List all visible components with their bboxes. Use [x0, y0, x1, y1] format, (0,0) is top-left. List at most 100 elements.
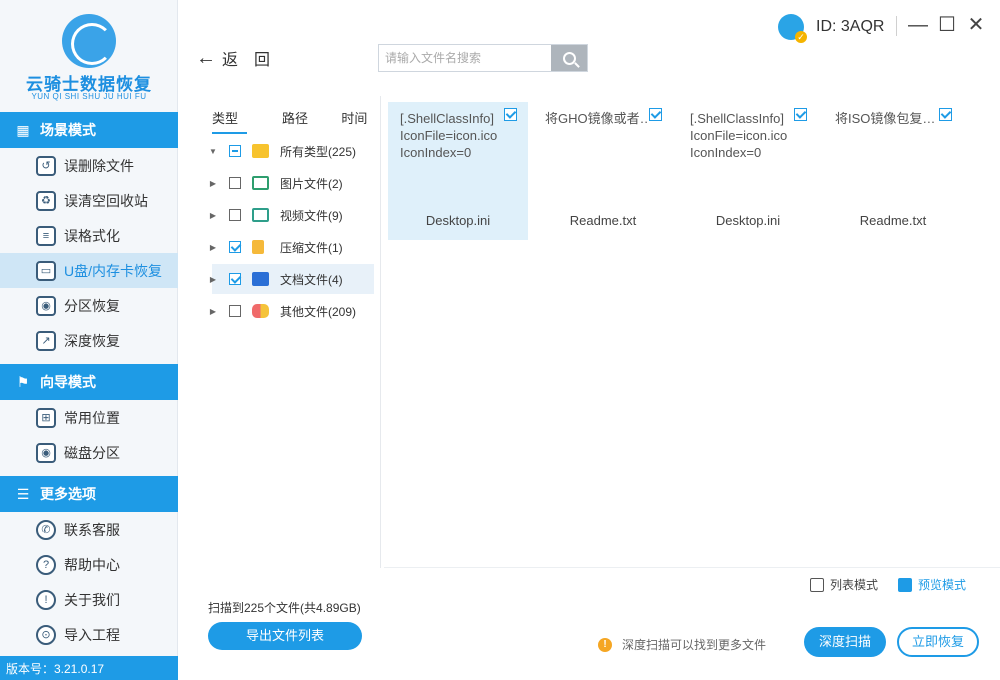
file-card[interactable]: 将GHO镜像或者… Readme.txt: [533, 102, 673, 240]
recycle-bin-icon: ♻: [36, 190, 56, 211]
phone-icon: ✆: [36, 519, 56, 540]
other-files-icon: [252, 304, 269, 318]
file-checkbox[interactable]: [794, 108, 807, 121]
chart-icon: ▦: [16, 122, 30, 138]
sidebar-item-label: 误删除文件: [64, 157, 134, 174]
expand-arrow-icon[interactable]: ▼: [207, 147, 219, 156]
sidebar-item-label: 帮助中心: [64, 556, 120, 573]
tip-text: 深度扫描可以找到更多文件: [622, 638, 767, 652]
maximize-button[interactable]: ☐: [935, 12, 959, 38]
user-avatar-icon: [778, 14, 807, 43]
expand-arrow-icon[interactable]: ▶: [207, 179, 219, 188]
tree-item-label: 图片文件(2): [280, 176, 343, 191]
checkbox[interactable]: [229, 241, 241, 253]
recover-file-icon: ↺: [36, 155, 56, 176]
checkbox[interactable]: [229, 273, 241, 285]
expand-arrow-icon[interactable]: ▶: [207, 211, 219, 220]
sidebar-item-label: 磁盘分区: [64, 444, 120, 461]
section-title: 更多选项: [40, 486, 96, 502]
folder-icon: [252, 144, 269, 158]
app-logo: 云骑士数据恢复 YUN QI SHI SHU JU HUI FU: [0, 0, 178, 112]
expand-arrow-icon[interactable]: ▶: [207, 307, 219, 316]
divider: [380, 96, 381, 568]
file-card[interactable]: 将ISO镜像包复… Readme.txt: [823, 102, 963, 240]
video-icon: [252, 208, 269, 222]
tree-item-all-types[interactable]: ▼ 所有类型(225): [209, 136, 374, 166]
deep-scan-tip: ! 深度扫描可以找到更多文件: [598, 636, 766, 653]
user-id: ID: 3AQR: [816, 18, 885, 35]
file-preview: [.ShellClassInfo] IconFile=icon.ico Icon…: [400, 111, 498, 160]
sidebar-item-label: 常用位置: [64, 409, 120, 426]
deep-recovery-icon: ↗: [36, 330, 56, 351]
tree-item-documents[interactable]: ▶ 文档文件(4): [210, 264, 374, 294]
sidebar-item-support[interactable]: ✆ 联系客服: [0, 512, 178, 547]
sidebar-item-label: 误清空回收站: [64, 192, 148, 209]
tab-type[interactable]: 类型: [212, 106, 248, 134]
sidebar-item-usb-card[interactable]: ▭ U盘/内存卡恢复: [0, 253, 178, 288]
tab-path[interactable]: 路径: [275, 106, 314, 134]
expand-arrow-icon[interactable]: ▶: [207, 243, 219, 252]
sidebar-item-format[interactable]: ≡ 误格式化: [0, 218, 178, 253]
file-name: Readme.txt: [859, 213, 927, 228]
menu-icon: ☰: [16, 486, 30, 502]
section-header-wizard-mode[interactable]: ⚑ 向导模式: [0, 364, 178, 400]
preview-mode-button[interactable]: 预览模式: [898, 576, 966, 593]
user-info[interactable]: ID: 3AQR: [778, 14, 885, 43]
file-name: Readme.txt: [569, 213, 637, 228]
section-title: 场景模式: [40, 122, 96, 138]
checkbox[interactable]: [229, 145, 241, 157]
export-list-button[interactable]: 导出文件列表: [208, 622, 362, 650]
file-card[interactable]: [.ShellClassInfo] IconFile=icon.ico Icon…: [678, 102, 818, 240]
scan-summary: 扫描到225个文件(共4.89GB): [208, 601, 361, 615]
sidebar: 云骑士数据恢复 YUN QI SHI SHU JU HUI FU ▦ 场景模式 …: [0, 0, 178, 680]
file-checkbox[interactable]: [504, 108, 517, 121]
sidebar-item-import-project[interactable]: ⊙ 导入工程: [0, 617, 178, 652]
sidebar-item-about[interactable]: ! 关于我们: [0, 582, 178, 617]
sidebar-item-label: 导入工程: [64, 626, 120, 643]
file-checkbox[interactable]: [649, 108, 662, 121]
expand-arrow-icon[interactable]: ▶: [207, 275, 219, 284]
back-label: 返回: [222, 52, 287, 69]
import-icon: ⊙: [36, 624, 56, 645]
recover-now-button[interactable]: 立即恢复: [897, 627, 979, 657]
divider: [896, 16, 897, 36]
file-card[interactable]: [.ShellClassInfo] IconFile=icon.ico Icon…: [388, 102, 528, 240]
arrow-left-icon: ←: [196, 47, 216, 69]
tab-time[interactable]: 时间: [335, 106, 374, 134]
checkbox[interactable]: [229, 177, 241, 189]
close-button[interactable]: ✕: [964, 12, 988, 38]
back-button[interactable]: ← 返回: [196, 46, 286, 70]
preview-mode-label: 预览模式: [918, 578, 967, 592]
app-subtitle: YUN QI SHI SHU JU HUI FU: [31, 92, 147, 101]
checkbox[interactable]: [229, 209, 241, 221]
sidebar-item-common-locations[interactable]: ⊞ 常用位置: [0, 400, 178, 435]
list-mode-label: 列表模式: [830, 578, 879, 592]
sidebar-item-recycle-bin[interactable]: ♻ 误清空回收站: [0, 183, 178, 218]
sidebar-item-help[interactable]: ? 帮助中心: [0, 547, 178, 582]
sidebar-item-deep-recovery[interactable]: ↗ 深度恢复: [0, 323, 178, 358]
divider: [384, 567, 1000, 568]
sidebar-item-deleted-files[interactable]: ↺ 误删除文件: [0, 148, 178, 183]
sidebar-item-label: 联系客服: [64, 521, 120, 538]
file-checkbox[interactable]: [939, 108, 952, 121]
sidebar-item-partition[interactable]: ◉ 分区恢复: [0, 288, 178, 323]
tree-item-archives[interactable]: ▶ 压缩文件(1): [210, 232, 374, 262]
info-icon: !: [36, 589, 56, 610]
search-input[interactable]: [379, 45, 551, 71]
file-name: Desktop.ini: [425, 213, 491, 228]
tree-item-videos[interactable]: ▶ 视频文件(9): [210, 200, 374, 230]
search-icon: [562, 51, 576, 65]
sidebar-item-disk-partition[interactable]: ◉ 磁盘分区: [0, 435, 178, 470]
tree-item-images[interactable]: ▶ 图片文件(2): [210, 168, 374, 198]
checkbox[interactable]: [229, 305, 241, 317]
tree-item-others[interactable]: ▶ 其他文件(209): [210, 296, 374, 326]
help-icon: ?: [36, 554, 56, 575]
list-mode-button[interactable]: 列表模式: [810, 576, 878, 593]
section-header-more-options[interactable]: ☰ 更多选项: [0, 476, 178, 512]
section-header-scene-mode[interactable]: ▦ 场景模式: [0, 112, 178, 148]
category-tabs: 类型 路径 时间: [212, 106, 374, 134]
minimize-button[interactable]: —: [906, 12, 930, 38]
deep-scan-button[interactable]: 深度扫描: [804, 627, 886, 657]
tree-item-label: 压缩文件(1): [280, 240, 343, 255]
search-button[interactable]: [551, 45, 587, 71]
